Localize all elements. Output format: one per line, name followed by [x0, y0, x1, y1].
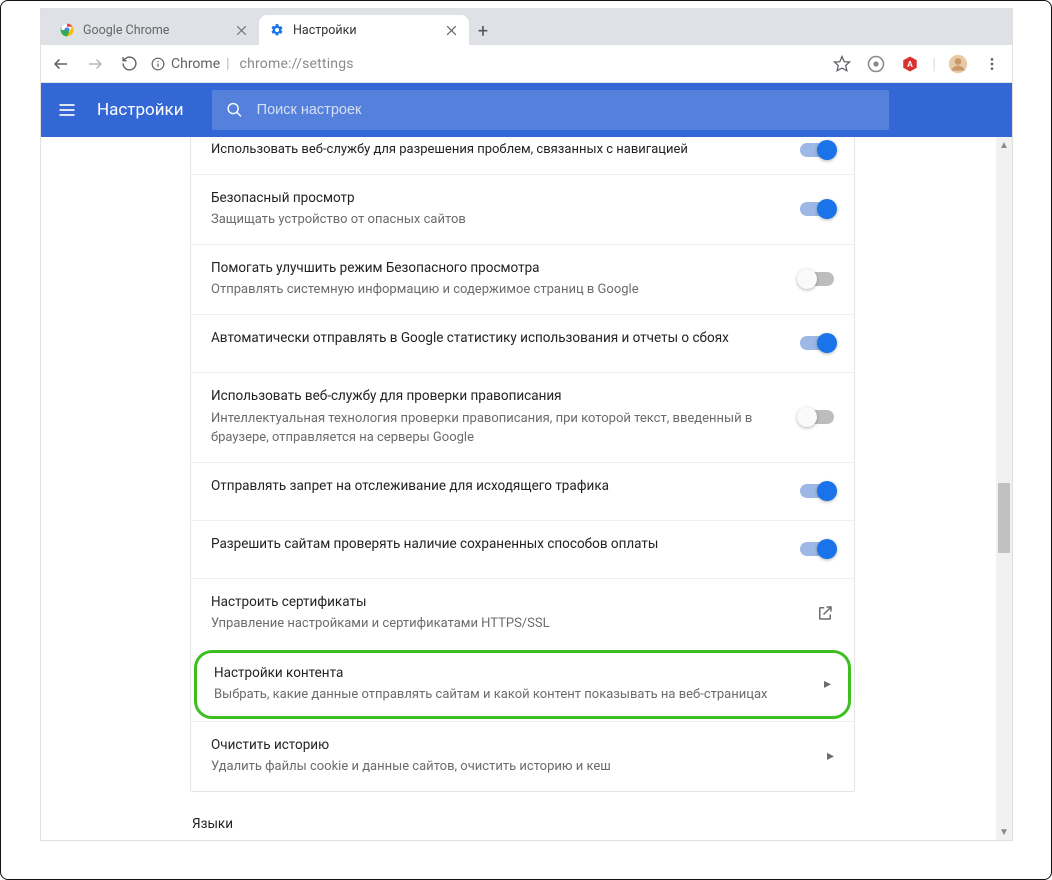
toggle-switch[interactable]: [800, 410, 834, 424]
section-heading-languages: Языки: [190, 816, 855, 832]
profile-avatar[interactable]: [946, 52, 970, 76]
setting-title: Помогать улучшить режим Безопасного прос…: [211, 259, 778, 279]
setting-title: Очистить историю: [211, 736, 778, 756]
setting-title: Настроить сертификаты: [211, 593, 778, 613]
toggle-switch[interactable]: [800, 272, 834, 286]
setting-subtitle: Удалить файлы cookie и данные сайтов, оч…: [211, 755, 778, 777]
toggle-switch[interactable]: [800, 202, 834, 216]
chevron-right-icon: ▸: [791, 676, 831, 692]
search-input[interactable]: [257, 102, 875, 118]
setting-title: Разрешить сайтам проверять наличие сохра…: [211, 535, 778, 555]
browser-tab-chrome[interactable]: Google Chrome: [49, 15, 259, 45]
more-menu-button[interactable]: [980, 52, 1004, 76]
settings-search[interactable]: [212, 90, 889, 130]
page-title: Настройки: [97, 100, 184, 120]
setting-title: Отправлять запрет на отслеживание для ис…: [211, 477, 778, 497]
setting-row-content-settings[interactable]: Настройки контента Выбрать, какие данные…: [194, 650, 851, 719]
chrome-favicon-icon: [59, 22, 75, 38]
secure-chip: Chrome |: [151, 56, 230, 72]
setting-row-clear-data[interactable]: Очистить историю Удалить файлы cookie и …: [191, 721, 854, 791]
setting-row-payment-methods[interactable]: Разрешить сайтам проверять наличие сохра…: [191, 520, 854, 578]
tab-title: Google Chrome: [83, 23, 225, 38]
setting-title: Безопасный просмотр: [211, 189, 778, 209]
toggle-switch[interactable]: [800, 484, 834, 498]
new-tab-button[interactable]: +: [469, 17, 497, 45]
external-link-icon: [794, 604, 834, 622]
url-text: chrome://settings: [240, 56, 354, 72]
bookmark-star-button[interactable]: [830, 52, 854, 76]
setting-title: Использовать веб-службу для разрешения п…: [211, 141, 778, 160]
back-button[interactable]: [49, 52, 73, 76]
scroll-up-icon[interactable]: ▲: [996, 137, 1012, 153]
chrome-info-icon: [151, 57, 165, 71]
settings-favicon-icon: [269, 22, 285, 38]
forward-button[interactable]: [83, 52, 107, 76]
setting-title: Использовать веб-службу для проверки пра…: [211, 387, 778, 407]
drawer-menu-button[interactable]: [55, 98, 79, 122]
setting-row-usage-stats[interactable]: Автоматически отправлять в Google статис…: [191, 314, 854, 372]
scrollbar-thumb[interactable]: [998, 483, 1010, 553]
setting-subtitle: Выбрать, какие данные отправлять сайтам …: [214, 683, 775, 705]
tab-strip: Google Chrome Настройки +: [41, 9, 1012, 45]
setting-subtitle: Интеллектуальная технология проверки пра…: [211, 407, 778, 448]
toggle-switch[interactable]: [800, 336, 834, 350]
settings-header: Настройки: [41, 83, 1012, 137]
extension-icon-adblock[interactable]: A: [898, 52, 922, 76]
toggle-switch[interactable]: [800, 542, 834, 556]
setting-row-safe-browsing[interactable]: Безопасный просмотр Защищать устройство …: [191, 174, 854, 244]
chevron-right-icon: ▸: [794, 748, 834, 764]
setting-row-do-not-track[interactable]: Отправлять запрет на отслеживание для ис…: [191, 462, 854, 520]
setting-row-manage-certificates[interactable]: Настроить сертификаты Управление настрой…: [191, 578, 854, 648]
address-bar[interactable]: Chrome | chrome://settings: [151, 50, 820, 78]
browser-tab-settings[interactable]: Настройки: [259, 15, 469, 45]
vertical-scrollbar[interactable]: ▲ ▼: [996, 137, 1012, 840]
reload-button[interactable]: [117, 52, 141, 76]
scroll-down-icon[interactable]: ▼: [996, 824, 1012, 840]
tab-close-icon[interactable]: [443, 22, 459, 38]
setting-title: Автоматически отправлять в Google статис…: [211, 329, 778, 349]
tab-close-icon[interactable]: [233, 22, 249, 38]
setting-subtitle: Управление настройками и сертификатами H…: [211, 612, 778, 634]
setting-row-navigation-fix[interactable]: Использовать веб-службу для разрешения п…: [191, 137, 854, 174]
tab-title: Настройки: [293, 23, 435, 38]
setting-subtitle: Отправлять системную информацию и содерж…: [211, 278, 778, 300]
svg-text:A: A: [907, 60, 913, 69]
setting-row-improve-safe-browsing[interactable]: Помогать улучшить режим Безопасного прос…: [191, 244, 854, 314]
setting-title: Настройки контента: [214, 664, 775, 684]
extension-icon-yandex[interactable]: [864, 52, 888, 76]
address-toolbar: Chrome | chrome://settings A |: [41, 45, 1012, 83]
setting-row-spellcheck[interactable]: Использовать веб-службу для проверки пра…: [191, 372, 854, 462]
search-icon: [226, 101, 243, 119]
secure-label: Chrome: [171, 56, 220, 72]
setting-subtitle: Защищать устройство от опасных сайтов: [211, 208, 778, 230]
toggle-switch[interactable]: [800, 143, 834, 157]
